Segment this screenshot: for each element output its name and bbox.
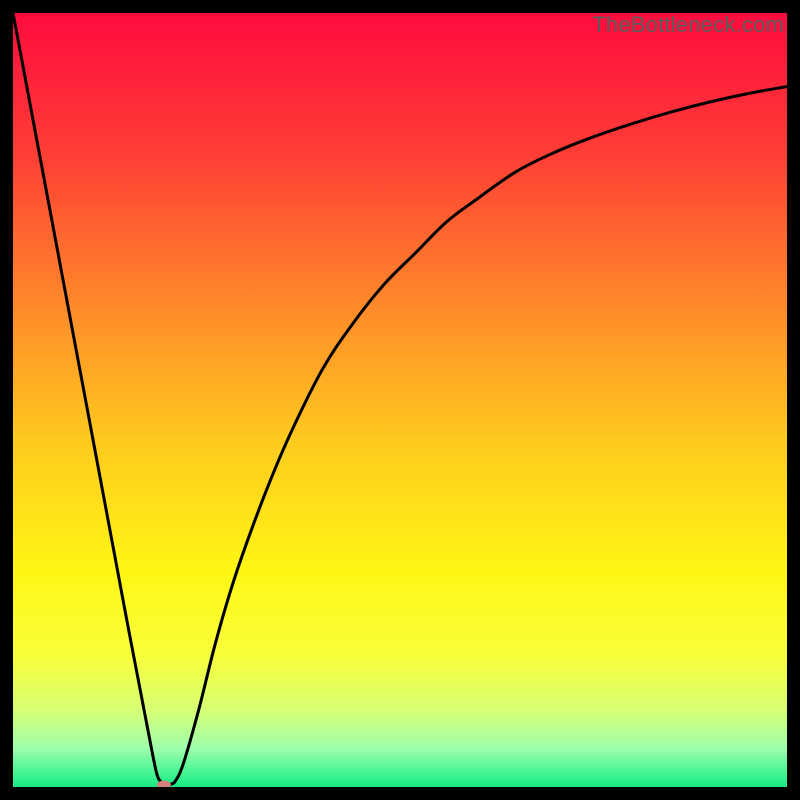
chart-frame: TheBottleneck.com xyxy=(13,13,787,787)
bottleneck-chart xyxy=(13,13,787,787)
gradient-background xyxy=(13,13,787,787)
